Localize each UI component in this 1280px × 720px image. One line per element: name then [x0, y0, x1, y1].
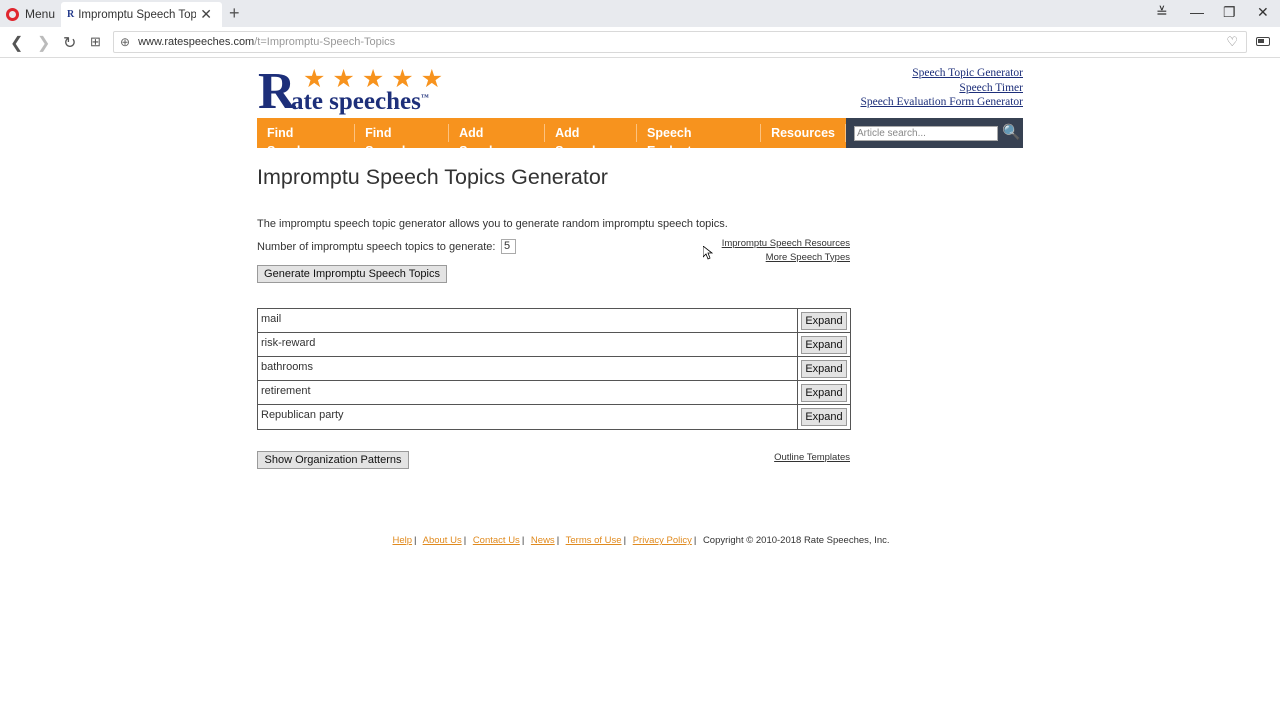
battery-icon[interactable] — [1256, 37, 1270, 46]
footer-about-link[interactable]: About Us — [423, 535, 462, 546]
restore-icon[interactable]: ❐ — [1223, 4, 1236, 21]
top-links: Speech Topic Generator Speech Timer Spee… — [860, 66, 1023, 110]
address-bar-row: ❮ ❯ ↻ ⊞ ⊕ www.ratespeeches.com/t=Impromp… — [0, 27, 1280, 58]
topics-table: mail Expand risk-reward Expand bathrooms… — [257, 308, 851, 430]
expand-button[interactable]: Expand — [801, 383, 847, 402]
expand-button[interactable]: Expand — [801, 311, 847, 330]
browser-tab-active[interactable]: R Impromptu Speech Topics ✕ — [61, 2, 222, 27]
footer: Help | About Us | Contact Us | News | Terms … — [392, 535, 890, 546]
url-domain: www.ratespeeches.com — [138, 36, 255, 48]
site-favicon-icon: R — [67, 9, 75, 20]
impromptu-speech-resources-link[interactable]: Impromptu Speech Resources — [722, 237, 850, 251]
nav-speech-evaluator[interactable]: Speech Evaluator — [637, 124, 762, 158]
topic-count-input[interactable]: 5 — [501, 239, 516, 254]
opera-logo-icon — [6, 7, 19, 21]
footer-copyright: Copyright © 2010-2018 Rate Speeches, Inc… — [702, 535, 890, 546]
footer-privacy-link[interactable]: Privacy Policy — [633, 535, 692, 546]
reload-icon[interactable]: ↻ — [63, 33, 76, 53]
article-search-input[interactable]: Article search... — [854, 126, 998, 141]
nav-find-speaker[interactable]: Find Speaker — [257, 124, 356, 158]
browser-tab-bar: Menu R Impromptu Speech Topics ✕ + ≚ — ❐… — [0, 0, 1280, 27]
globe-icon: ⊕ — [120, 35, 131, 49]
tab-title: Impromptu Speech Topics — [78, 8, 197, 21]
expand-button[interactable]: Expand — [801, 359, 847, 378]
back-icon[interactable]: ❮ — [10, 33, 23, 53]
show-organization-patterns-button[interactable]: Show Organization Patterns — [257, 451, 409, 469]
browser-menu-button[interactable]: Menu — [6, 5, 55, 23]
footer-help-link[interactable]: Help — [392, 535, 412, 546]
mouse-cursor-icon — [703, 246, 713, 260]
table-row: Republican party Expand — [258, 405, 850, 429]
nav-resources[interactable]: Resources — [761, 124, 846, 142]
topic-cell: retirement — [258, 381, 798, 404]
table-row: risk-reward Expand — [258, 333, 850, 357]
topic-cell: risk-reward — [258, 333, 798, 356]
side-links: Impromptu Speech Resources More Speech T… — [722, 237, 850, 264]
table-row: mail Expand — [258, 309, 850, 333]
topic-count-label: Number of impromptu speech topics to gen… — [257, 241, 496, 253]
more-speech-types-link[interactable]: More Speech Types — [722, 251, 850, 265]
topic-cell: bathrooms — [258, 357, 798, 380]
tab-close-icon[interactable]: ✕ — [200, 6, 212, 23]
browser-menu-label: Menu — [25, 7, 56, 21]
topic-cell: mail — [258, 309, 798, 332]
search-icon[interactable]: 🔍 — [1002, 123, 1021, 141]
page-title: Impromptu Speech Topics Generator — [257, 165, 608, 189]
minimize-icon[interactable]: — — [1190, 4, 1204, 20]
new-tab-icon[interactable]: + — [229, 3, 240, 24]
url-field[interactable]: ⊕ www.ratespeeches.com/t=Impromptu-Speec… — [113, 31, 1247, 53]
outline-templates-link[interactable]: Outline Templates — [774, 452, 850, 463]
main-nav: Find Speaker Find Speech Add Speaker Add… — [257, 118, 846, 158]
speech-topic-generator-link[interactable]: Speech Topic Generator — [860, 66, 1023, 81]
speech-timer-link[interactable]: Speech Timer — [860, 81, 1023, 96]
footer-terms-link[interactable]: Terms of Use — [566, 535, 622, 546]
footer-contact-link[interactable]: Contact Us — [473, 535, 520, 546]
nav-add-speaker[interactable]: Add Speaker — [449, 124, 546, 158]
nav-add-speech[interactable]: Add Speech — [545, 124, 638, 158]
speech-evaluation-form-generator-link[interactable]: Speech Evaluation Form Generator — [860, 95, 1023, 110]
bookmark-heart-icon[interactable]: ♡ — [1226, 34, 1238, 50]
intro-text: The impromptu speech topic generator all… — [257, 218, 728, 230]
logo-letter: R — [258, 63, 296, 120]
tab-menu-icon[interactable]: ≚ — [1156, 4, 1168, 21]
footer-news-link[interactable]: News — [531, 535, 555, 546]
table-row: retirement Expand — [258, 381, 850, 405]
table-row: bathrooms Expand — [258, 357, 850, 381]
window-close-icon[interactable]: ✕ — [1257, 4, 1269, 21]
url-path: /t=Impromptu-Speech-Topics — [254, 36, 396, 48]
topic-cell: Republican party — [258, 405, 798, 429]
generate-topics-button[interactable]: Generate Impromptu Speech Topics — [257, 265, 447, 283]
speed-dial-icon[interactable]: ⊞ — [90, 34, 101, 50]
site-logo[interactable]: R ★★★★★ ate speeches™ — [258, 63, 463, 120]
logo-word: ate speeches™ — [291, 88, 429, 115]
expand-button[interactable]: Expand — [801, 408, 847, 426]
nav-find-speech[interactable]: Find Speech — [355, 124, 450, 158]
expand-button[interactable]: Expand — [801, 335, 847, 354]
article-search: Article search... 🔍 — [846, 118, 1023, 148]
forward-icon[interactable]: ❯ — [37, 33, 50, 53]
